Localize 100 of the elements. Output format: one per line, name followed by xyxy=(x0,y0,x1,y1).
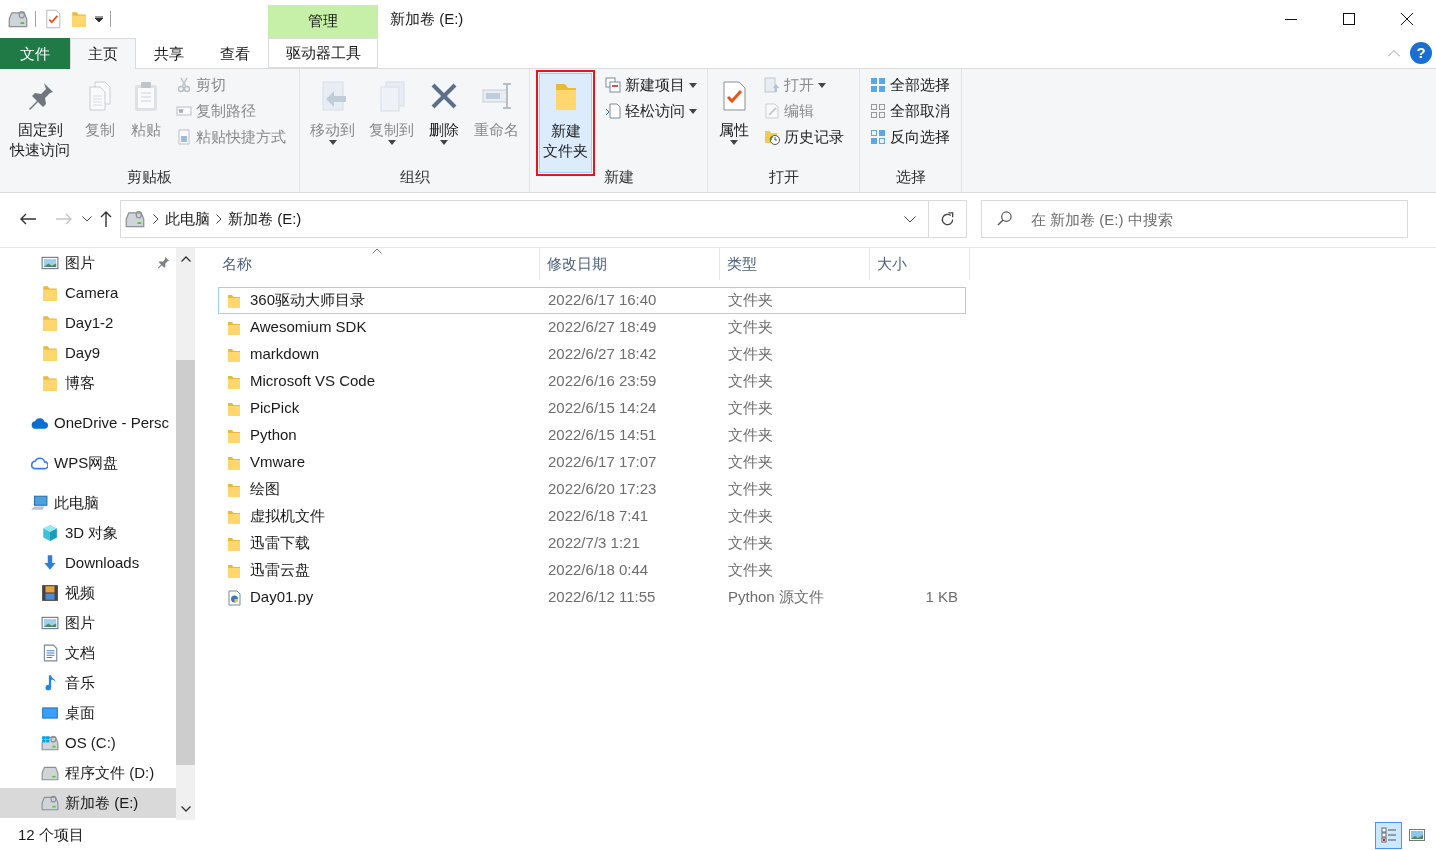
ribbon-button[interactable]: 固定到 快速访问 xyxy=(6,72,74,163)
modified-date: 2022/6/27 18:42 xyxy=(548,345,657,363)
ribbon-tab[interactable]: 主页 xyxy=(70,38,136,69)
item-count: 12 个项目 xyxy=(18,824,84,845)
up-arrow-icon xyxy=(100,211,112,227)
ribbon-tab[interactable]: 查看 xyxy=(202,38,268,69)
chevron-down-icon[interactable] xyxy=(904,215,916,223)
modified-date: 2022/6/20 17:23 xyxy=(548,480,657,498)
file-name: 迅雷下载 xyxy=(250,533,310,554)
nav-item[interactable]: 程序文件 (D:) xyxy=(0,758,176,788)
file-row[interactable]: Vmware 2022/6/17 17:07 文件夹 xyxy=(218,449,966,476)
file-row[interactable]: 360驱动大师目录 2022/6/17 16:40 文件夹 xyxy=(218,287,966,314)
right-arrow-icon xyxy=(56,213,72,225)
file-row[interactable]: Python 2022/6/15 14:51 文件夹 xyxy=(218,422,966,449)
nav-item[interactable]: 音乐 xyxy=(0,668,176,698)
file-name: 360驱动大师目录 xyxy=(250,290,366,311)
file-row[interactable]: 迅雷云盘 2022/6/18 0:44 文件夹 xyxy=(218,557,966,584)
ribbon-tab[interactable]: 共享 xyxy=(136,38,202,69)
history-icon xyxy=(764,129,780,145)
file-row[interactable]: 绘图 2022/6/20 17:23 文件夹 xyxy=(218,476,966,503)
film-icon xyxy=(41,584,59,602)
file-type: 文件夹 xyxy=(728,291,773,309)
refresh-icon xyxy=(940,211,955,227)
group-label: 打开 xyxy=(767,167,800,187)
nav-item[interactable]: 视频 xyxy=(0,578,176,608)
scrollbar[interactable] xyxy=(176,248,195,820)
modified-date: 2022/6/18 0:44 xyxy=(548,561,649,579)
grid-icon xyxy=(870,129,886,145)
document-icon xyxy=(41,644,59,662)
file-name: markdown xyxy=(250,344,320,365)
nav-item[interactable]: 文档 xyxy=(0,638,176,668)
caret-icon xyxy=(387,140,396,145)
file-type: 文件夹 xyxy=(728,318,773,336)
ribbon-button[interactable]: 属性 xyxy=(714,72,754,148)
nav-item[interactable]: 图片 xyxy=(0,248,176,278)
edit-icon xyxy=(764,103,780,119)
nav-item[interactable]: 3D 对象 xyxy=(0,518,176,548)
nav-item[interactable]: WPS网盘 xyxy=(0,448,176,478)
file-row[interactable]: Microsoft VS Code 2022/6/16 23:59 文件夹 xyxy=(218,368,966,395)
chevron-right-icon xyxy=(153,214,159,224)
folder-icon xyxy=(70,10,88,28)
nav-item[interactable]: OneDrive - Persc xyxy=(0,408,176,438)
grid-icon xyxy=(870,77,886,93)
file-name: Vmware xyxy=(250,452,305,473)
details-view-icon xyxy=(1380,827,1397,843)
view-button[interactable] xyxy=(1375,821,1402,849)
column-header[interactable]: 大小 xyxy=(870,248,970,280)
cube-icon xyxy=(41,524,59,542)
file-row[interactable]: Day01.py 2022/6/12 11:55 Python 源文件 1 KB xyxy=(218,584,966,611)
file-name: Awesomium SDK xyxy=(250,317,367,338)
file-type: Python 源文件 xyxy=(728,588,824,606)
nav-item[interactable]: 此电脑 xyxy=(0,488,176,518)
breadcrumb[interactable]: 新加卷 (E:) xyxy=(222,207,308,231)
file-row[interactable]: 迅雷下载 2022/7/3 1:21 文件夹 xyxy=(218,530,966,557)
nav-item[interactable]: 博客 xyxy=(0,368,176,398)
drive-icon xyxy=(41,794,59,812)
nav-item[interactable]: 桌面 xyxy=(0,698,176,728)
file-row[interactable]: Awesomium SDK 2022/6/27 18:49 文件夹 xyxy=(218,314,966,341)
pin-icon xyxy=(157,256,170,269)
context-tab-header: 管理 xyxy=(268,5,378,38)
file-row[interactable]: PicPick 2022/6/15 14:24 文件夹 xyxy=(218,395,966,422)
file-type: 文件夹 xyxy=(728,534,773,552)
customize-button[interactable] xyxy=(95,16,103,22)
nav-item[interactable]: Downloads xyxy=(0,548,176,578)
ribbon-button[interactable]: 全部取消 xyxy=(866,98,954,124)
folder-icon xyxy=(41,374,59,392)
nav-item[interactable]: OS (C:) xyxy=(0,728,176,758)
folder-icon xyxy=(41,314,59,332)
chevron-down-icon[interactable] xyxy=(180,806,191,812)
file-row[interactable]: markdown 2022/6/27 18:42 文件夹 xyxy=(218,341,966,368)
ribbon-button[interactable]: 全部选择 xyxy=(866,72,954,98)
ribbon-button[interactable]: 反向选择 xyxy=(866,124,954,150)
checkmark-document-icon xyxy=(43,9,63,29)
ribbon-tab[interactable]: 驱动器工具 xyxy=(268,38,378,68)
ribbon-button[interactable]: 轻松访问 xyxy=(601,98,701,124)
breadcrumb[interactable]: 此电脑 xyxy=(159,207,216,231)
search-field[interactable]: 在 新加卷 (E:) 中搜索 xyxy=(981,200,1408,238)
nav-item[interactable]: 新加卷 (E:) xyxy=(0,788,176,818)
nav-item[interactable]: 图片 xyxy=(0,608,176,638)
column-header[interactable]: 类型 xyxy=(720,248,870,280)
refresh-button[interactable] xyxy=(929,200,967,238)
nav-item[interactable]: Day1-2 xyxy=(0,308,176,338)
scrollbar-thumb[interactable] xyxy=(176,360,195,765)
ribbon-button[interactable]: 删除 xyxy=(424,72,464,148)
column-header[interactable]: 修改日期 xyxy=(540,248,720,280)
nav-item[interactable]: Camera xyxy=(0,278,176,308)
address-bar[interactable]: 此电脑 新加卷 (E:) xyxy=(120,200,929,238)
rename-icon xyxy=(480,80,513,112)
nav-item[interactable]: Day9 xyxy=(0,338,176,368)
help-button[interactable]: ? xyxy=(1410,42,1432,64)
ribbon-button[interactable]: 新建 文件夹 xyxy=(539,73,592,173)
folder-icon xyxy=(226,508,242,525)
ribbon-button[interactable]: 新建项目 xyxy=(601,72,701,98)
ribbon-button[interactable]: 历史记录 xyxy=(760,124,848,150)
chevron-up-icon[interactable] xyxy=(180,256,191,262)
column-header[interactable]: 名称 xyxy=(215,248,540,280)
file-type: 文件夹 xyxy=(728,345,773,363)
ribbon-tab[interactable]: 文件 xyxy=(0,38,70,69)
picture-icon xyxy=(41,614,59,632)
file-row[interactable]: 虚拟机文件 2022/6/18 7:41 文件夹 xyxy=(218,503,966,530)
